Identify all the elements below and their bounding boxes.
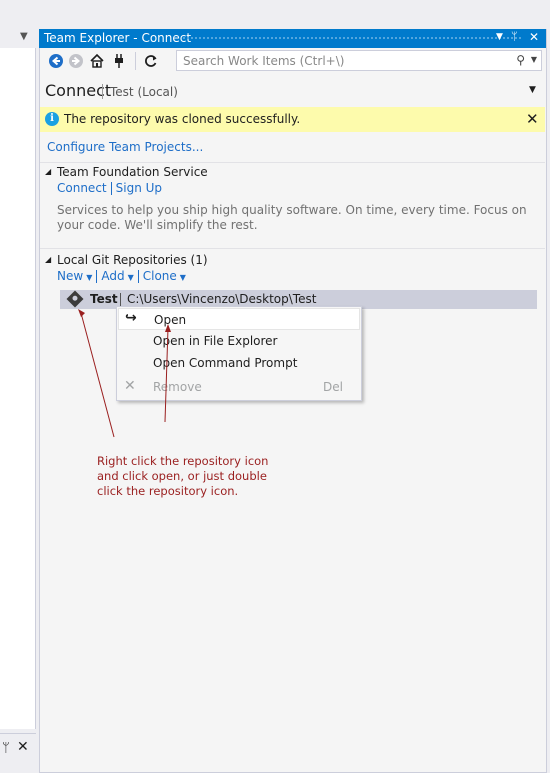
section-title-tfs[interactable]: Team Foundation Service bbox=[57, 165, 208, 179]
menu-item-label: Open bbox=[154, 313, 187, 327]
connect-icon[interactable] bbox=[111, 53, 127, 69]
home-icon[interactable] bbox=[89, 53, 105, 69]
configure-team-projects-link[interactable]: Configure Team Projects... bbox=[47, 140, 203, 154]
toolbar-separator bbox=[135, 52, 136, 70]
search-box[interactable]: ⚲ ▼ bbox=[176, 50, 542, 71]
forward-icon[interactable] bbox=[68, 53, 84, 69]
window-position-dropdown-icon[interactable]: ▼ bbox=[496, 32, 503, 42]
search-input[interactable] bbox=[181, 53, 515, 69]
clone-label: Clone bbox=[142, 269, 177, 283]
link-separator bbox=[110, 182, 112, 195]
panel-title-bar[interactable]: Team Explorer - Connect ▼ ᛘ ✕ bbox=[39, 29, 546, 48]
open-arrow-icon: ↪ bbox=[125, 310, 137, 326]
refresh-icon[interactable] bbox=[143, 53, 159, 69]
chevron-down-icon: ▼ bbox=[127, 273, 134, 282]
editor-dropdown-icon[interactable]: ▼ bbox=[20, 31, 28, 42]
annotation-note: Right click the repository icon and clic… bbox=[97, 454, 269, 498]
info-message: The repository was cloned successfully. bbox=[64, 112, 301, 126]
info-icon: i bbox=[45, 112, 59, 126]
new-repo-button[interactable]: New ▼ bbox=[57, 269, 92, 283]
page-dropdown-icon[interactable]: ▼ bbox=[529, 85, 536, 95]
repository-separator bbox=[120, 293, 121, 306]
close-icon[interactable]: ✕ bbox=[17, 739, 29, 755]
add-label: Add bbox=[101, 269, 125, 283]
menu-item-label: Open in File Explorer bbox=[153, 334, 278, 348]
remove-x-icon: ✕ bbox=[124, 378, 136, 394]
pin-icon[interactable]: ᛘ bbox=[2, 741, 10, 756]
search-dropdown-icon[interactable]: ▼ bbox=[531, 55, 537, 64]
menu-item-label: Remove bbox=[153, 380, 202, 394]
search-icon[interactable]: ⚲ bbox=[516, 53, 525, 67]
close-icon[interactable]: ✕ bbox=[526, 110, 539, 128]
clone-repo-button[interactable]: Clone ▼ bbox=[143, 269, 186, 283]
collapse-triangle-icon[interactable]: ◢ bbox=[45, 167, 51, 176]
collapse-triangle-icon[interactable]: ◢ bbox=[45, 255, 51, 264]
sign-up-link[interactable]: Sign Up bbox=[116, 181, 162, 195]
page-subtitle[interactable]: Test (Local) bbox=[110, 85, 178, 99]
menu-item-open[interactable]: ↪ Open bbox=[118, 308, 360, 330]
new-label: New bbox=[57, 269, 84, 283]
editor-tab-strip bbox=[0, 29, 36, 48]
menu-item-shortcut: Del bbox=[323, 380, 343, 394]
chevron-down-icon: ▼ bbox=[179, 273, 186, 282]
title-grip bbox=[182, 36, 522, 41]
connect-link[interactable]: Connect bbox=[57, 181, 107, 195]
close-icon[interactable]: ✕ bbox=[529, 30, 539, 44]
menu-item-open-in-file-explorer[interactable]: Open in File Explorer bbox=[118, 330, 360, 352]
repository-path: C:\Users\Vincenzo\Desktop\Test bbox=[127, 292, 317, 306]
chevron-down-icon: ▼ bbox=[86, 273, 93, 282]
context-menu: ↪ Open Open in File Explorer Open Comman… bbox=[116, 306, 362, 401]
tfs-links: Connect Sign Up bbox=[57, 181, 162, 195]
add-repo-button[interactable]: Add ▼ bbox=[101, 269, 133, 283]
panel-title: Team Explorer - Connect bbox=[44, 31, 192, 45]
divider bbox=[40, 248, 545, 249]
menu-item-label: Open Command Prompt bbox=[153, 356, 298, 370]
section-title-local-git[interactable]: Local Git Repositories (1) bbox=[57, 253, 208, 267]
editor-pane-fragment bbox=[0, 29, 36, 729]
git-actions: New ▼ Add ▼ Clone ▼ bbox=[57, 269, 186, 283]
menu-item-open-command-prompt[interactable]: Open Command Prompt bbox=[118, 352, 360, 374]
title-separator bbox=[102, 84, 103, 99]
back-icon[interactable] bbox=[48, 53, 64, 69]
git-repository-icon-dot bbox=[71, 294, 79, 302]
divider bbox=[40, 162, 545, 163]
info-bar: i The repository was cloned successfully… bbox=[40, 107, 545, 132]
action-separator bbox=[96, 270, 98, 283]
pin-icon[interactable]: ᛘ bbox=[511, 30, 518, 43]
git-repository-icon[interactable] bbox=[66, 290, 84, 308]
repository-name: Test bbox=[90, 292, 118, 306]
tfs-description: Services to help you ship high quality s… bbox=[57, 203, 527, 232]
menu-item-remove[interactable]: ✕ Remove Del bbox=[118, 376, 360, 398]
action-separator bbox=[137, 270, 139, 283]
